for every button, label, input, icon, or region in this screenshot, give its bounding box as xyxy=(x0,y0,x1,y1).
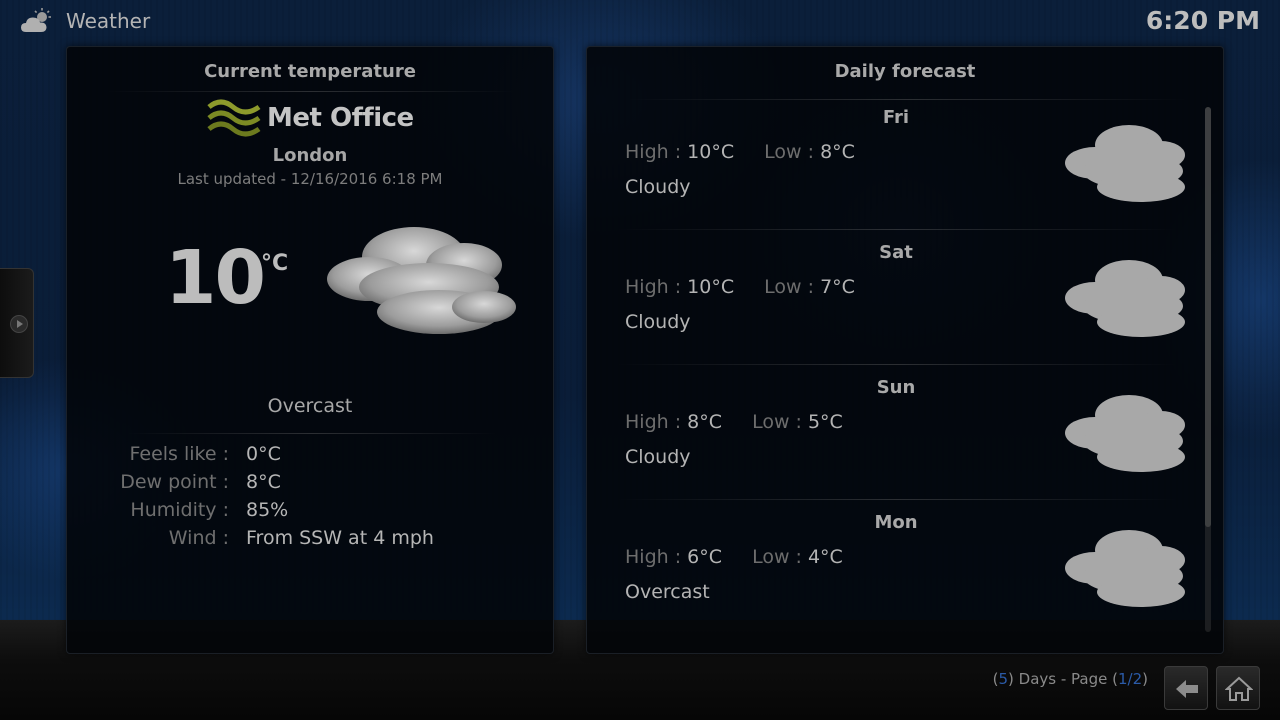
high-low: High : 10°C Low : 8°C xyxy=(625,141,855,163)
detail-row-dew-point: Dew point : 8°C xyxy=(67,471,553,497)
side-menu-handle[interactable] xyxy=(0,268,34,378)
cloud-icon xyxy=(1065,395,1185,472)
page-current: 1 xyxy=(1117,670,1128,688)
page-info-close: ) xyxy=(1142,670,1148,688)
location-name: London xyxy=(272,145,348,166)
cloud-icon xyxy=(1065,125,1185,202)
low-value: 4°C xyxy=(807,546,843,568)
high-label: High : xyxy=(625,411,682,433)
page-title: Weather xyxy=(66,9,151,33)
current-condition: Overcast xyxy=(267,395,353,417)
cloud-icon xyxy=(1065,530,1185,607)
low-label: Low : xyxy=(752,546,802,568)
back-button[interactable] xyxy=(1164,666,1208,710)
divider xyxy=(627,99,1187,100)
detail-label: Wind : xyxy=(168,527,229,549)
page-info-text: ) Days - Page ( xyxy=(1008,670,1118,688)
day-condition: Cloudy xyxy=(625,176,691,198)
detail-label: Feels like : xyxy=(129,443,230,465)
detail-label: Humidity : xyxy=(130,499,229,521)
detail-value: 0°C xyxy=(246,443,281,465)
page-info: (5) Days - Page (1/2) xyxy=(993,670,1148,688)
detail-value: 85% xyxy=(246,499,289,521)
forecast-scrollbar[interactable] xyxy=(1205,107,1211,632)
cloud-icon xyxy=(1065,260,1185,337)
detail-value: 8°C xyxy=(246,471,281,493)
low-label: Low : xyxy=(752,411,802,433)
forecast-day[interactable]: Sat High : 10°C Low : 7°C Cloudy xyxy=(587,236,1207,371)
high-low: High : 10°C Low : 7°C xyxy=(625,276,855,298)
forecast-day[interactable]: Mon High : 6°C Low : 4°C Overcast xyxy=(587,506,1207,641)
last-updated: Last updated - 12/16/2016 6:18 PM xyxy=(177,170,443,188)
high-label: High : xyxy=(625,546,682,568)
divider xyxy=(127,433,497,434)
home-button[interactable] xyxy=(1216,666,1260,710)
current-temperature: 10 xyxy=(165,235,266,321)
high-value: 10°C xyxy=(687,276,735,298)
met-office-logo: Met Office xyxy=(207,97,417,141)
panel-title: Daily forecast xyxy=(834,61,976,82)
low-value: 8°C xyxy=(820,141,855,163)
detail-row-wind: Wind : From SSW at 4 mph xyxy=(67,527,553,553)
current-temperature-panel: Current temperature Met Office London La… xyxy=(66,46,554,654)
met-office-logo-icon xyxy=(207,99,261,137)
forecast-day[interactable]: Sun High : 8°C Low : 5°C Cloudy xyxy=(587,371,1207,506)
day-condition: Cloudy xyxy=(625,311,691,333)
clock: 6:20 PM xyxy=(1145,6,1260,35)
high-label: High : xyxy=(625,276,682,298)
weather-cloud-sun-icon xyxy=(21,8,51,32)
daily-forecast-panel: Daily forecast Fri High : 10°C Low : 8°C… xyxy=(586,46,1224,654)
high-low: High : 8°C Low : 5°C xyxy=(625,411,843,433)
divider xyxy=(617,229,1177,230)
high-label: High : xyxy=(625,141,682,163)
provider-name: Met Office xyxy=(267,103,414,133)
detail-value: From SSW at 4 mph xyxy=(246,527,434,549)
low-label: Low : xyxy=(764,141,815,163)
divider xyxy=(107,91,515,92)
cloud-icon xyxy=(327,227,516,334)
back-arrow-icon xyxy=(1176,680,1198,698)
low-value: 5°C xyxy=(807,411,843,433)
home-icon xyxy=(1225,676,1253,701)
days-count: 5 xyxy=(998,670,1009,688)
temperature-unit: °C xyxy=(261,251,289,276)
chevron-right-icon xyxy=(10,315,28,333)
day-condition: Cloudy xyxy=(625,446,691,468)
panel-title: Current temperature xyxy=(204,61,416,82)
divider xyxy=(617,364,1177,365)
page-total: 2 xyxy=(1132,670,1143,688)
high-value: 6°C xyxy=(687,546,723,568)
low-value: 7°C xyxy=(820,276,855,298)
detail-row-humidity: Humidity : 85% xyxy=(67,499,553,525)
scrollbar-thumb[interactable] xyxy=(1205,107,1211,527)
day-condition: Overcast xyxy=(625,581,710,603)
high-low: High : 6°C Low : 4°C xyxy=(625,546,843,568)
detail-row-feels-like: Feels like : 0°C xyxy=(67,443,553,469)
high-value: 8°C xyxy=(687,411,723,433)
detail-label: Dew point : xyxy=(120,471,229,493)
forecast-day[interactable]: Fri High : 10°C Low : 8°C Cloudy xyxy=(587,101,1207,236)
low-label: Low : xyxy=(764,276,815,298)
divider xyxy=(617,499,1177,500)
high-value: 10°C xyxy=(687,141,735,163)
